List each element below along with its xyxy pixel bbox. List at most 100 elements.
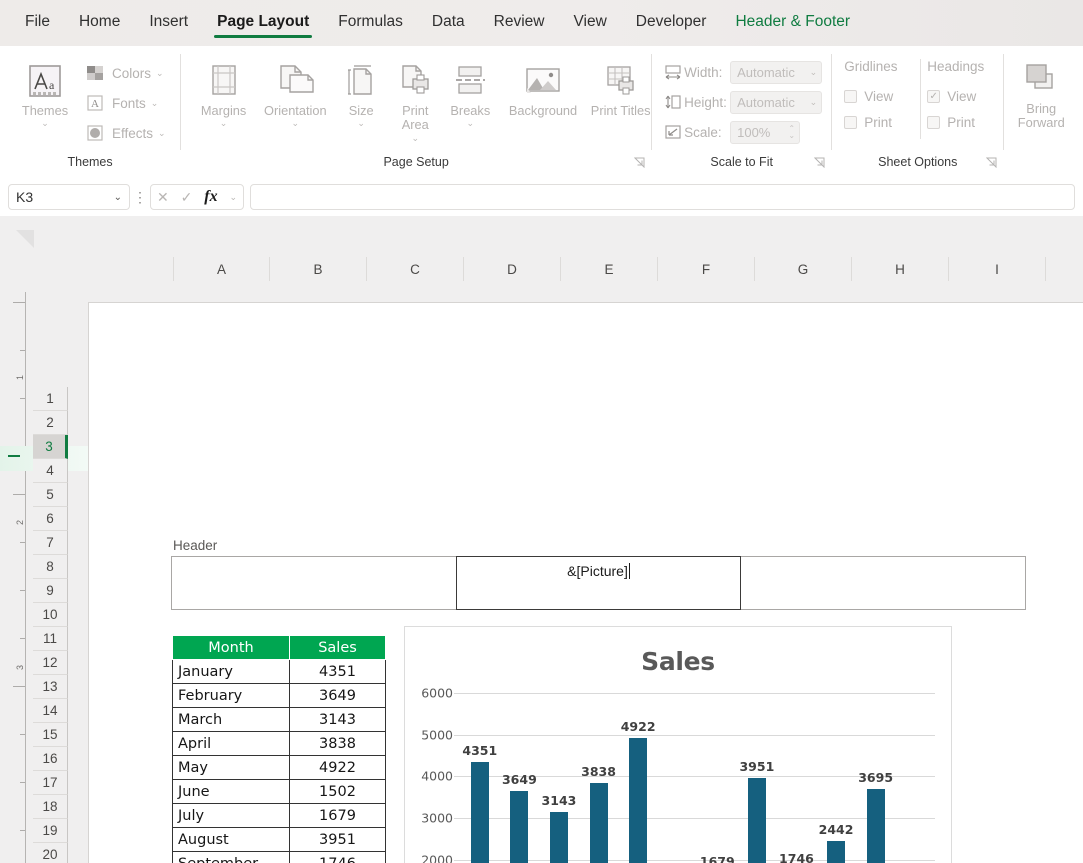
row-header-5[interactable]: 5 — [33, 483, 68, 507]
bring-forward-button[interactable]: Bring Forward — [1004, 52, 1078, 131]
chevron-down-icon[interactable]: ⌄ — [41, 119, 49, 128]
table-cell-sales[interactable]: 3951 — [289, 827, 386, 852]
table-cell-month[interactable]: September — [172, 851, 290, 863]
print-area-button[interactable]: Print Area ⌄ — [388, 56, 443, 143]
row-header-15[interactable]: 15 — [33, 723, 68, 747]
table-cell-month[interactable]: June — [172, 779, 290, 804]
table-cell-sales[interactable]: 1746 — [289, 851, 386, 863]
row-header-16[interactable]: 16 — [33, 747, 68, 771]
column-header-I[interactable]: I — [949, 257, 1046, 281]
chevron-down-icon[interactable]: ⌄ — [114, 192, 122, 203]
chevron-down-icon[interactable]: ⌄ — [467, 119, 475, 128]
scale-width-combo[interactable]: Automatic ⌄ — [730, 60, 823, 84]
column-header-B[interactable]: B — [270, 257, 367, 281]
chevron-down-icon[interactable]: ⌄ — [151, 98, 159, 109]
ribbon-tab-insert[interactable]: Insert — [138, 9, 199, 37]
chart-bar[interactable] — [510, 790, 529, 863]
table-cell-sales[interactable]: 3143 — [289, 707, 386, 732]
chevron-down-icon[interactable]: ⌄ — [220, 119, 228, 128]
print-titles-button[interactable]: Print Titles — [590, 56, 651, 143]
name-box[interactable]: K3 ⌄ — [8, 184, 130, 210]
row-header-18[interactable]: 18 — [33, 795, 68, 819]
row-header-8[interactable]: 8 — [33, 555, 68, 579]
header-center-section[interactable]: &[Picture] — [455, 556, 742, 610]
page-setup-dialog-launcher[interactable] — [634, 157, 645, 168]
enter-formula-icon[interactable]: ✓ — [181, 189, 193, 206]
chart-bar[interactable] — [470, 761, 489, 863]
row-header-11[interactable]: 11 — [33, 627, 68, 651]
table-cell-month[interactable]: April — [172, 731, 290, 756]
row-header-10[interactable]: 10 — [33, 603, 68, 627]
breaks-button[interactable]: Breaks ⌄ — [445, 56, 496, 143]
theme-fonts-button[interactable]: A Fonts ⌄ — [84, 88, 166, 118]
chart-bar[interactable] — [747, 778, 766, 863]
table-row[interactable]: June 1502 — [172, 779, 386, 804]
table-cell-sales[interactable]: 3838 — [289, 731, 386, 756]
ribbon-tab-data[interactable]: Data — [421, 9, 476, 37]
cancel-formula-icon[interactable]: ✕ — [157, 189, 169, 206]
row-header-20[interactable]: 20 — [33, 843, 68, 863]
table-row[interactable]: May 4922 — [172, 755, 386, 780]
headings-print-checkbox[interactable]: Print — [927, 109, 1003, 135]
size-button[interactable]: Size ⌄ — [337, 56, 386, 143]
chevron-down-icon[interactable]: ⌄ — [810, 97, 818, 108]
gridlines-view-checkbox[interactable]: View — [844, 83, 920, 109]
insert-function-icon[interactable]: fx — [204, 188, 217, 206]
gridlines-print-checkbox[interactable]: Print — [844, 109, 920, 135]
row-header-14[interactable]: 14 — [33, 699, 68, 723]
chart-bar[interactable] — [549, 812, 568, 863]
select-all-corner-icon[interactable] — [16, 230, 34, 248]
row-header-19[interactable]: 19 — [33, 819, 68, 843]
table-cell-sales[interactable]: 1679 — [289, 803, 386, 828]
sheet-options-dialog-launcher[interactable] — [986, 157, 997, 168]
themes-button[interactable]: a Themes ⌄ — [14, 56, 76, 148]
row-header-12[interactable]: 12 — [33, 651, 68, 675]
row-header-6[interactable]: 6 — [33, 507, 68, 531]
table-cell-month[interactable]: August — [172, 827, 290, 852]
theme-colors-button[interactable]: Colors ⌄ — [84, 58, 166, 88]
row-header-1[interactable]: 1 — [33, 387, 68, 411]
ribbon-tab-formulas[interactable]: Formulas — [327, 9, 414, 37]
column-header-F[interactable]: F — [658, 257, 755, 281]
ribbon-tab-home[interactable]: Home — [68, 9, 131, 37]
table-cell-month[interactable]: January — [172, 659, 290, 684]
ribbon-tab-file[interactable]: File — [14, 9, 61, 37]
table-cell-month[interactable]: March — [172, 707, 290, 732]
column-header-A[interactable]: A — [173, 257, 270, 281]
column-header-G[interactable]: G — [755, 257, 852, 281]
table-row[interactable]: September1746 — [172, 851, 386, 863]
scale-to-fit-dialog-launcher[interactable] — [814, 157, 825, 168]
row-header-3[interactable]: 3 — [33, 435, 68, 459]
chart-bar[interactable] — [629, 737, 648, 863]
scale-height-combo[interactable]: Automatic ⌄ — [730, 90, 823, 114]
row-header-13[interactable]: 13 — [33, 675, 68, 699]
scale-percent-spinner[interactable]: 100% ⌃ ⌄ — [730, 120, 801, 144]
table-cell-month[interactable]: February — [172, 683, 290, 708]
formula-input[interactable] — [250, 184, 1075, 210]
chevron-down-icon[interactable]: ⌄ — [229, 192, 237, 203]
table-cell-sales[interactable]: 4351 — [289, 659, 386, 684]
header-left-section[interactable] — [171, 556, 457, 610]
table-row[interactable]: July 1679 — [172, 803, 386, 828]
sales-bar-chart[interactable]: Sales 0100020003000400050006000435136493… — [404, 626, 952, 863]
table-cell-sales[interactable]: 1502 — [289, 779, 386, 804]
row-header-2[interactable]: 2 — [33, 411, 68, 435]
chevron-down-icon[interactable]: ⌄ — [411, 133, 419, 143]
chevron-down-icon[interactable]: ⌄ — [292, 119, 300, 128]
theme-effects-button[interactable]: Effects ⌄ — [84, 118, 166, 148]
margins-button[interactable]: Margins ⌄ — [193, 56, 254, 143]
chevron-down-icon[interactable]: ⌄ — [156, 68, 164, 79]
column-header-D[interactable]: D — [464, 257, 561, 281]
row-header-17[interactable]: 17 — [33, 771, 68, 795]
chart-bar[interactable] — [589, 783, 608, 863]
chevron-down-icon[interactable]: ⌄ — [158, 128, 166, 139]
table-cell-sales[interactable]: 4922 — [289, 755, 386, 780]
chart-bar[interactable] — [866, 789, 885, 863]
ribbon-tab-page-layout[interactable]: Page Layout — [206, 9, 320, 38]
chevron-down-icon[interactable]: ⌄ — [810, 67, 818, 78]
row-header-9[interactable]: 9 — [33, 579, 68, 603]
table-row[interactable]: January 4351 — [172, 659, 386, 684]
headings-view-checkbox[interactable]: ✓ View — [927, 83, 1003, 109]
column-header-E[interactable]: E — [561, 257, 658, 281]
chart-bar[interactable] — [827, 841, 846, 863]
